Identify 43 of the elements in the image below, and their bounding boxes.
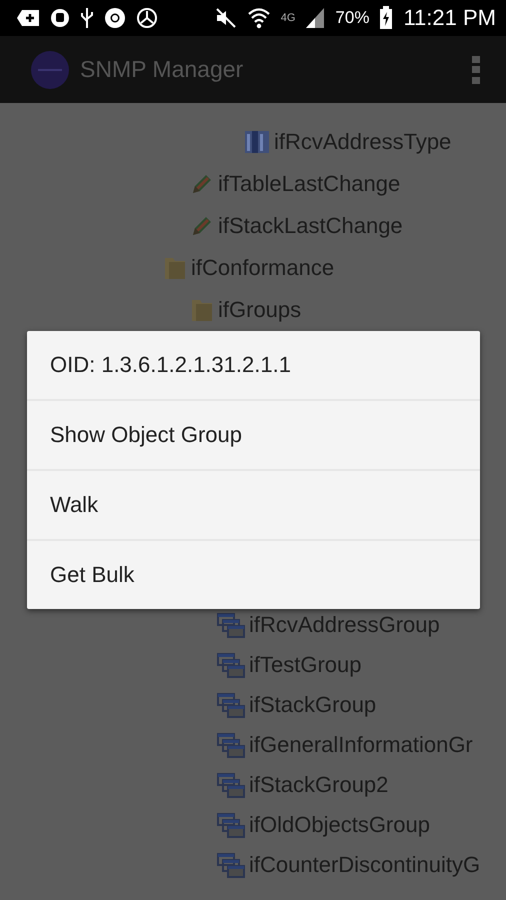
stacked-windows-icon bbox=[217, 652, 245, 678]
menu-header: OID: 1.3.6.1.2.1.31.2.1.1 bbox=[49, 351, 292, 379]
usb-icon bbox=[80, 7, 94, 29]
tree-item[interactable]: ifGeneralInformationGr bbox=[249, 732, 473, 758]
battery-charging-icon bbox=[379, 6, 394, 30]
notification-icon bbox=[16, 9, 40, 27]
stacked-windows-icon bbox=[217, 772, 245, 798]
stacked-windows-icon bbox=[217, 852, 245, 878]
mute-icon bbox=[214, 8, 237, 28]
stacked-windows-icon bbox=[217, 732, 245, 758]
tree-item[interactable]: ifStackLastChange bbox=[218, 213, 403, 239]
table-column-icon bbox=[244, 129, 270, 155]
stacked-windows-icon bbox=[217, 812, 245, 838]
app-logo bbox=[30, 50, 70, 90]
app-title: SNMP Manager bbox=[80, 56, 244, 83]
tree-item[interactable]: ifTestGroup bbox=[249, 652, 362, 678]
wifi-icon bbox=[246, 7, 271, 29]
tree-item[interactable]: ifStackGroup bbox=[249, 692, 376, 718]
tree-item[interactable]: ifTableLastChange bbox=[218, 171, 400, 197]
folder-icon bbox=[163, 255, 187, 281]
tree-item[interactable]: ifStackGroup2 bbox=[249, 772, 388, 798]
browser-icon bbox=[104, 7, 126, 29]
tree-item[interactable]: ifOldObjectsGroup bbox=[249, 812, 430, 838]
folder-icon bbox=[190, 297, 214, 323]
menu-item[interactable]: Get Bulk bbox=[27, 539, 480, 609]
tree-item[interactable]: ifConformance bbox=[191, 255, 334, 281]
pencil-icon bbox=[190, 172, 214, 196]
circle-icon bbox=[136, 7, 158, 29]
tree-item[interactable]: ifCounterDiscontinuityG bbox=[249, 852, 480, 878]
battery-level: 70% bbox=[335, 8, 370, 28]
tree-item[interactable]: ifGroups bbox=[218, 297, 302, 323]
voicemail-icon bbox=[50, 8, 70, 28]
overflow-menu-icon[interactable] bbox=[472, 56, 480, 84]
pencil-icon bbox=[190, 214, 214, 238]
clock-time: 11:21 PM bbox=[403, 5, 496, 31]
tree-item[interactable]: ifRcvAddressGroup bbox=[249, 612, 440, 638]
network-type: 4G bbox=[280, 12, 296, 24]
menu-item[interactable]: Show Object Group bbox=[27, 399, 480, 469]
stacked-windows-icon bbox=[217, 612, 245, 638]
signal-icon bbox=[305, 7, 326, 29]
stacked-windows-icon bbox=[217, 692, 245, 718]
menu-item[interactable]: Walk bbox=[27, 469, 480, 539]
tree-item[interactable]: ifRcvAddressType bbox=[274, 129, 452, 155]
